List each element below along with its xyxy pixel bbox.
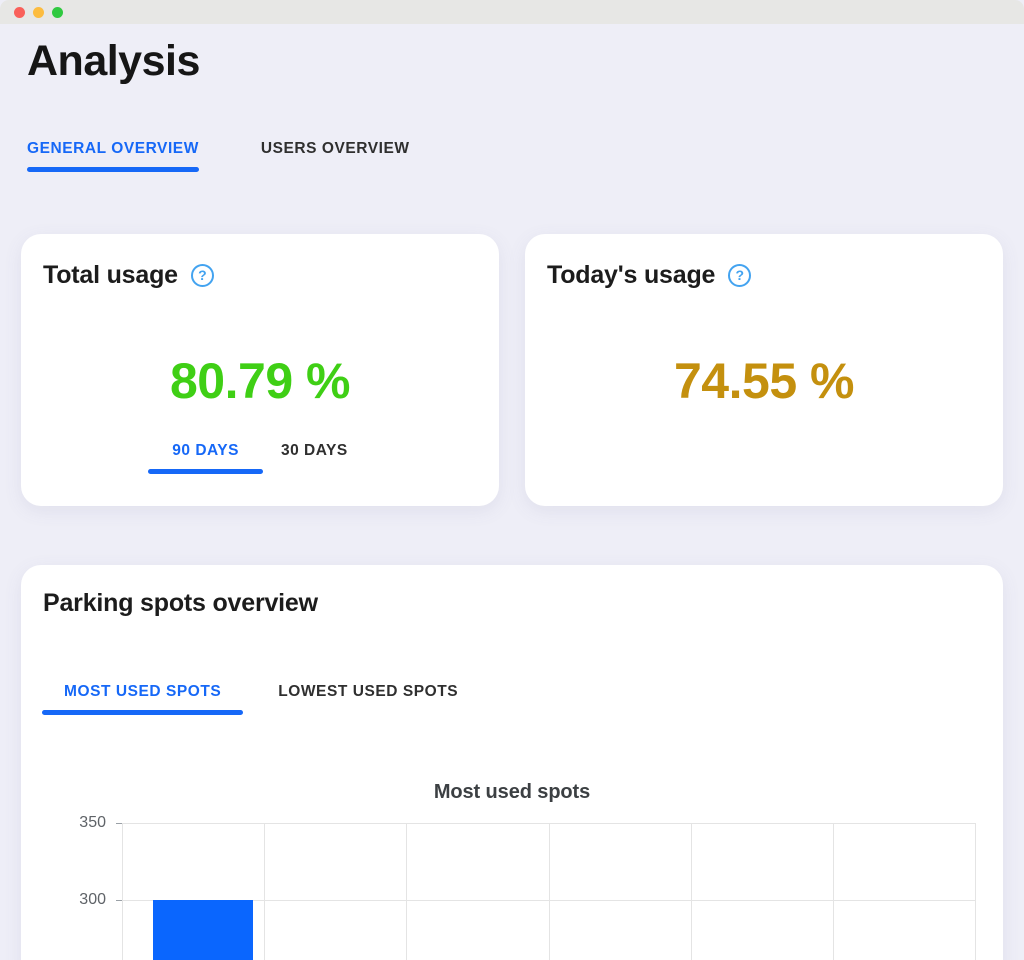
card-total-usage: Total usage ? 80.79 % 90 DAYS 30 DAYS — [21, 234, 499, 506]
card-total-usage-title: Total usage — [43, 261, 178, 289]
page-title: Analysis — [27, 37, 200, 85]
minimize-window-button[interactable] — [33, 6, 44, 18]
metric-cards-row: Total usage ? 80.79 % 90 DAYS 30 DAYS To… — [21, 234, 1003, 506]
panel-tab-bar: MOST USED SPOTS LOWEST USED SPOTS — [41, 683, 458, 715]
card-todays-usage-title: Today's usage — [547, 261, 716, 289]
parking-spots-panel: Parking spots overview MOST USED SPOTS L… — [21, 565, 1003, 960]
question-mark-circle-icon[interactable]: ? — [190, 264, 214, 287]
card-todays-usage-header: Today's usage ? — [547, 261, 752, 290]
total-usage-range-tabs: 90 DAYS 30 DAYS — [21, 442, 499, 474]
chart-gridline-vertical — [264, 823, 265, 960]
tab-most-used-spots[interactable]: MOST USED SPOTS — [41, 683, 244, 715]
chart-gridline-vertical — [406, 823, 407, 960]
main-tab-bar: GENERAL OVERVIEW USERS OVERVIEW — [27, 140, 410, 172]
chart-plot-area: 350 300 — [79, 814, 976, 960]
chart-gridline-vertical — [122, 823, 123, 960]
range-tab-90-days[interactable]: 90 DAYS — [148, 442, 263, 474]
range-tab-30-days[interactable]: 30 DAYS — [281, 442, 348, 474]
chart-gridline-vertical — [975, 823, 976, 960]
question-mark-circle-icon[interactable]: ? — [728, 264, 752, 287]
chart-y-tick-label: 300 — [79, 891, 106, 908]
chart-y-tick-label: 350 — [79, 814, 106, 831]
chart-gridline-vertical — [691, 823, 692, 960]
tab-users-overview[interactable]: USERS OVERVIEW — [261, 140, 410, 172]
chart-title: Most used spots — [433, 781, 591, 803]
page-content: Analysis GENERAL OVERVIEW USERS OVERVIEW… — [0, 24, 1024, 960]
close-window-button[interactable] — [14, 6, 25, 18]
card-todays-usage-value: 74.55 % — [674, 353, 854, 409]
chart-gridline-vertical — [833, 823, 834, 960]
app-window: Analysis GENERAL OVERVIEW USERS OVERVIEW… — [0, 0, 1024, 960]
card-total-usage-value: 80.79 % — [170, 353, 350, 409]
card-total-usage-header: Total usage ? — [43, 261, 214, 290]
chart-gridline-vertical — [549, 823, 550, 960]
chart-bar[interactable] — [153, 900, 253, 960]
maximize-window-button[interactable] — [52, 6, 63, 18]
window-titlebar — [0, 0, 1024, 24]
panel-title: Parking spots overview — [43, 589, 318, 617]
most-used-spots-chart: Most used spots 350 300 — [21, 765, 1003, 960]
card-todays-usage: Today's usage ? 74.55 % — [525, 234, 1003, 506]
tab-lowest-used-spots[interactable]: LOWEST USED SPOTS — [278, 683, 458, 715]
tab-general-overview[interactable]: GENERAL OVERVIEW — [27, 140, 199, 172]
